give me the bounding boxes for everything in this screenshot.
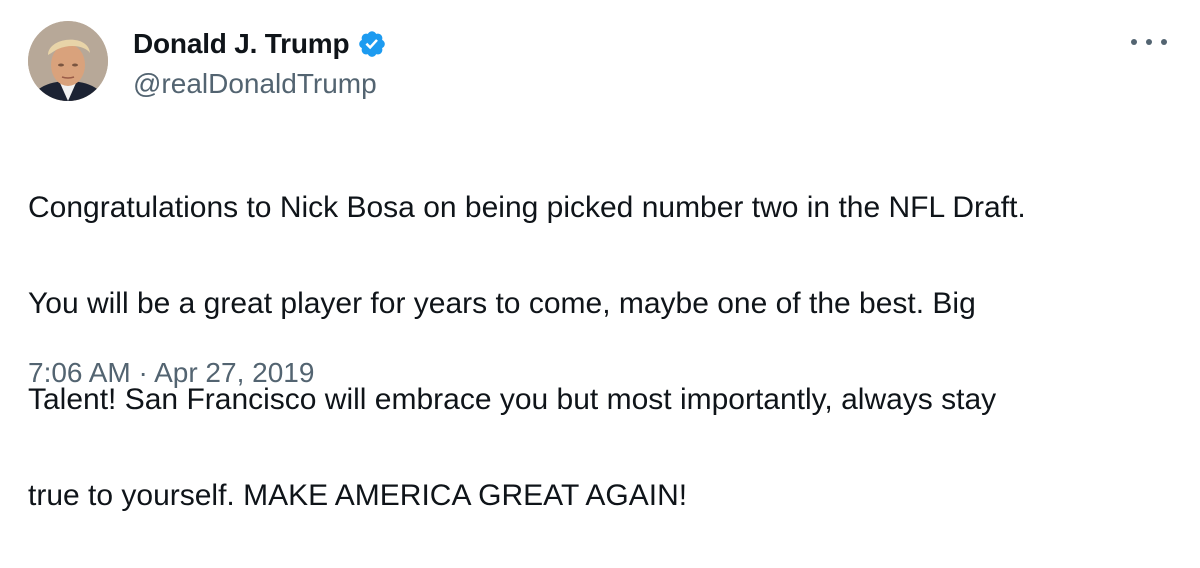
tweet-text: Congratulations to Nick Bosa on being pi…	[28, 136, 1178, 568]
avatar-image	[28, 21, 108, 101]
meta-separator: ·	[138, 357, 148, 388]
dot	[1131, 39, 1137, 45]
display-name[interactable]: Donald J. Trump	[133, 28, 350, 60]
tweet-text-line: true to yourself. MAKE AMERICA GREAT AGA…	[28, 479, 688, 512]
tweet-text-line: Congratulations to Nick Bosa on being pi…	[28, 191, 1026, 224]
name-row: Donald J. Trump	[133, 26, 387, 62]
verified-badge-icon[interactable]	[357, 29, 387, 59]
tweet-time[interactable]: 7:06 AM	[28, 357, 131, 388]
tweet-text-line: You will be a great player for years to …	[28, 287, 976, 320]
tweet-timestamp: 7:06 AM · Apr 27, 2019	[28, 355, 314, 391]
more-horizontal-icon[interactable]	[1131, 30, 1167, 54]
dot	[1161, 39, 1167, 45]
author-block: Donald J. Trump @realDonaldTrump	[133, 26, 387, 102]
tweet-card: Donald J. Trump @realDonaldTrump Congrat…	[0, 0, 1200, 512]
user-handle[interactable]: @realDonaldTrump	[133, 66, 387, 102]
avatar[interactable]	[28, 21, 108, 101]
dot	[1146, 39, 1152, 45]
tweet-date[interactable]: Apr 27, 2019	[154, 357, 314, 388]
